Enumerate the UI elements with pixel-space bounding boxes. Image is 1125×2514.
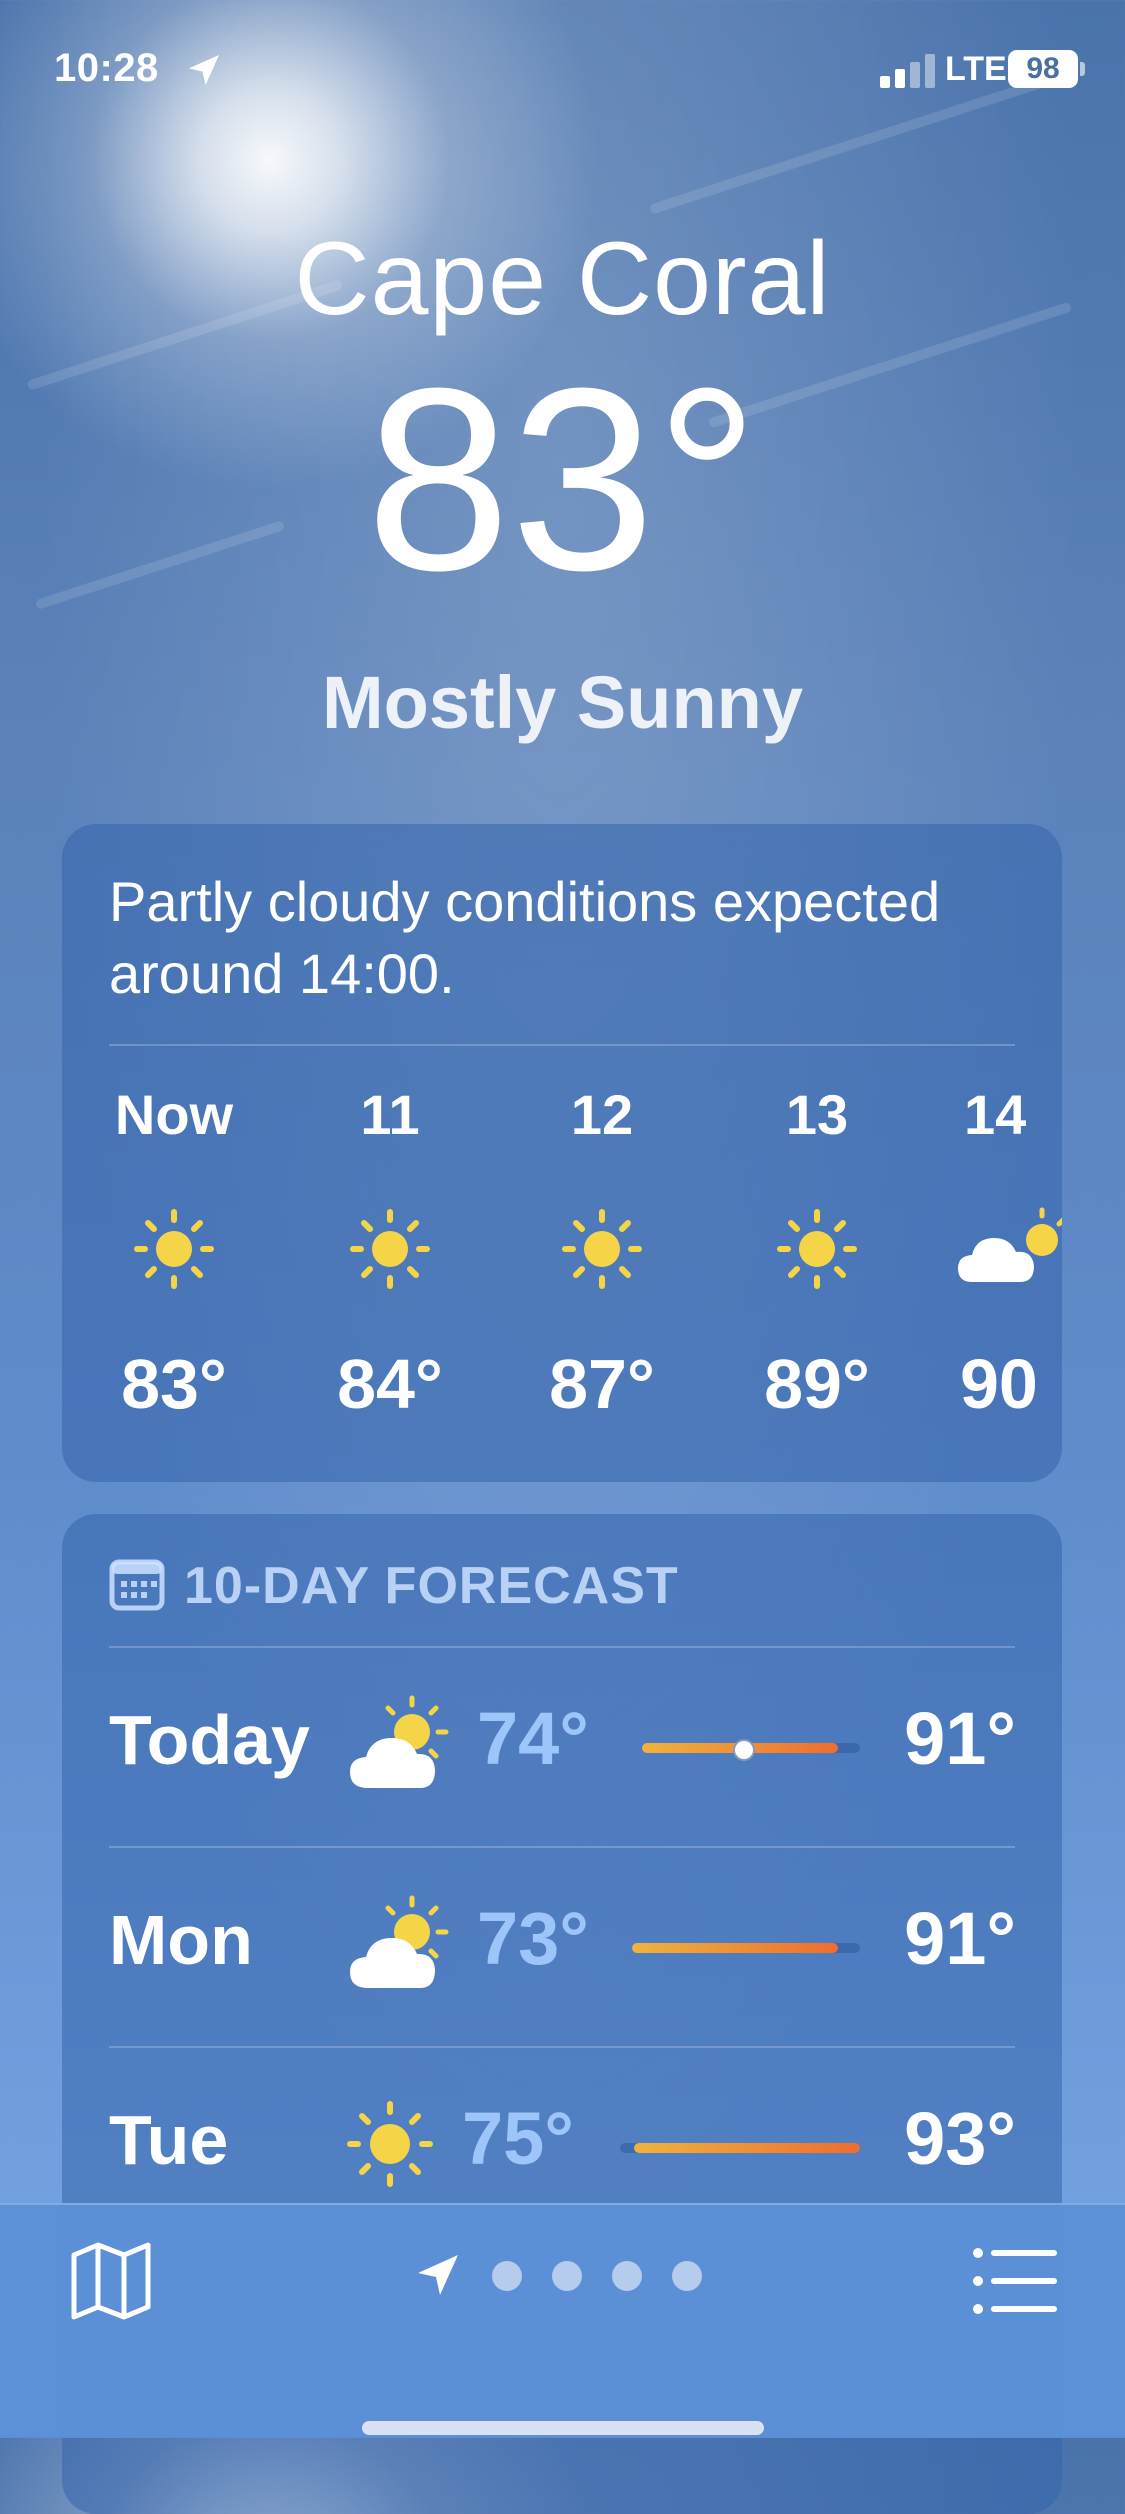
hourly-forecast-card[interactable]: Partly cloudy conditions expected around… xyxy=(62,824,1062,1482)
forecast-row-today[interactable]: Today 74° 91° xyxy=(62,1648,1062,1846)
page-dot[interactable] xyxy=(672,2261,702,2291)
location-arrow-icon xyxy=(189,55,219,85)
page-dot[interactable] xyxy=(492,2261,522,2291)
calendar-icon xyxy=(109,1559,165,1611)
hour-temperature: 89° xyxy=(764,1345,870,1423)
sun-icon xyxy=(717,1204,917,1294)
list-icon[interactable] xyxy=(972,2241,1058,2321)
forecast-high: 93° xyxy=(904,2097,1016,2180)
status-bar: 10:28 LTE 98 xyxy=(0,40,1125,100)
forecast-row-mon[interactable]: Mon 73° 91° xyxy=(62,1848,1062,2046)
forecast-high: 91° xyxy=(904,1897,1016,1980)
temperature-range-bar xyxy=(642,1739,860,1761)
hour-temperature: 90 xyxy=(960,1345,1038,1423)
map-icon[interactable] xyxy=(66,2235,156,2325)
hour-temperature: 87° xyxy=(549,1345,655,1423)
forecast-title: 10-DAY FORECAST xyxy=(184,1557,679,1615)
hour-label: 13 xyxy=(785,1083,849,1146)
forecast-low: 74° xyxy=(477,1697,589,1780)
forecast-day: Mon xyxy=(109,1901,253,1979)
hour-label: 12 xyxy=(570,1083,634,1146)
hourly-summary: Partly cloudy conditions expected around… xyxy=(109,870,941,1005)
sun-icon xyxy=(290,1204,490,1294)
partly-cloudy-icon xyxy=(350,1895,449,1988)
current-temperature-dot xyxy=(733,1739,755,1761)
forecast-day: Today xyxy=(109,1701,310,1779)
forecast-high: 91° xyxy=(904,1697,1016,1780)
network-type: LTE xyxy=(945,50,1007,88)
forecast-day: Tue xyxy=(109,2101,229,2179)
location-page-indicator-icon[interactable] xyxy=(414,2251,462,2299)
sun-icon xyxy=(502,1204,702,1294)
battery-icon: 98 xyxy=(1008,50,1078,88)
current-temperature: 83° xyxy=(365,335,760,625)
bottom-toolbar xyxy=(0,2203,1125,2438)
page-dot[interactable] xyxy=(552,2261,582,2291)
sun-icon xyxy=(347,2101,433,2187)
page-dot[interactable] xyxy=(612,2261,642,2291)
partly-cloudy-icon xyxy=(932,1204,1062,1294)
temperature-range-fill xyxy=(634,2143,860,2153)
hour-label: Now xyxy=(114,1083,234,1146)
partly-cloudy-icon xyxy=(350,1695,449,1788)
status-time: 10:28 xyxy=(54,46,159,90)
battery-tip xyxy=(1080,62,1085,76)
temperature-range-bar xyxy=(620,2143,860,2153)
forecast-low: 73° xyxy=(477,1897,589,1980)
city-name: Cape Coral xyxy=(294,221,831,337)
temperature-range-bar xyxy=(632,1943,860,1953)
divider xyxy=(109,1044,1015,1046)
forecast-low: 75° xyxy=(462,2097,574,2180)
hour-label: 14 xyxy=(964,1083,1027,1146)
hour-label: 11 xyxy=(360,1083,420,1146)
hour-temperature: 84° xyxy=(337,1345,443,1423)
signal-icon xyxy=(880,54,935,88)
sun-icon xyxy=(74,1204,274,1294)
hour-temperature: 83° xyxy=(121,1345,227,1423)
temperature-range-fill xyxy=(632,1943,838,1953)
current-condition: Mostly Sunny xyxy=(321,661,804,744)
home-indicator[interactable] xyxy=(362,2421,764,2435)
